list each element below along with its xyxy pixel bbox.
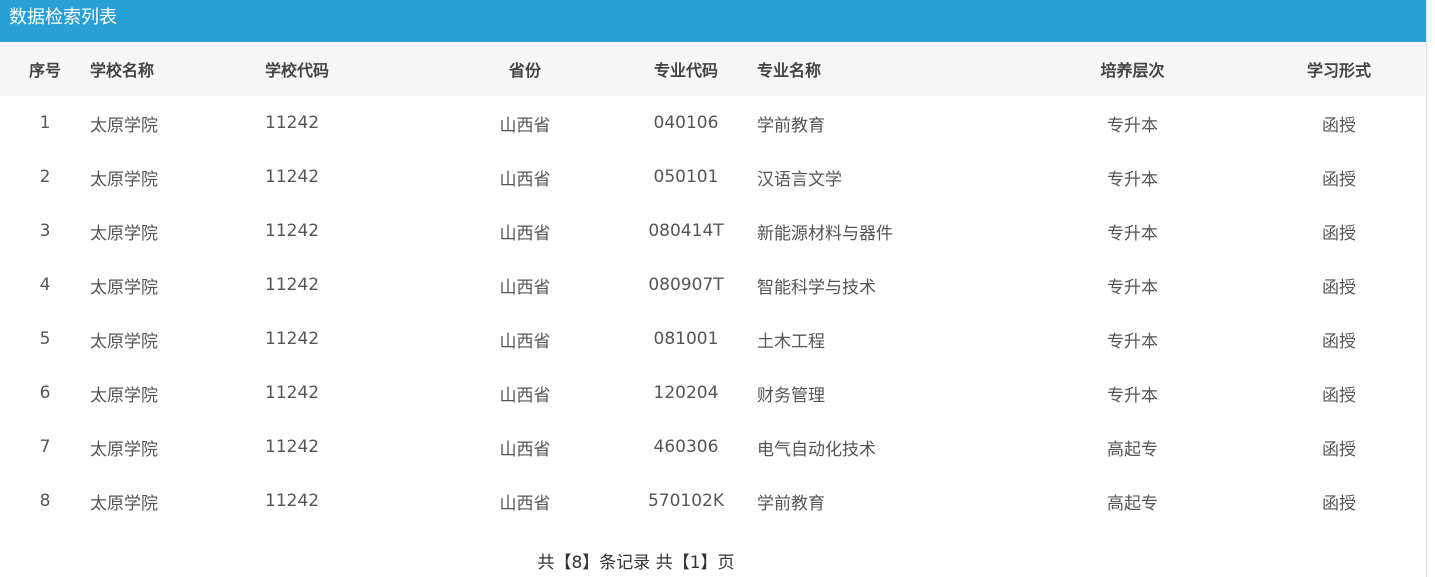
cell-major-name: 电气自动化技术 xyxy=(757,439,876,460)
cell-major-name: 智能科学与技术 xyxy=(757,277,876,298)
panel-header: 数据检索列表 xyxy=(0,0,1427,42)
cell-study-mode: 函授 xyxy=(1322,223,1356,244)
cell-province: 山西省 xyxy=(499,223,551,244)
cell-province: 山西省 xyxy=(499,493,551,514)
cell-major-code: 081001 xyxy=(653,329,719,349)
cell-major-name: 土木工程 xyxy=(757,331,825,352)
cell-school-code: 11242 xyxy=(265,113,320,133)
cell-index: 2 xyxy=(39,167,51,187)
cell-school-name: 太原学院 xyxy=(90,277,158,298)
cell-school-code: 11242 xyxy=(265,167,320,187)
cell-index: 7 xyxy=(39,437,51,457)
cell-level: 高起专 xyxy=(1107,493,1158,514)
cell-school-name: 太原学院 xyxy=(90,331,158,352)
cell-province: 山西省 xyxy=(499,169,551,190)
cell-major-name: 财务管理 xyxy=(757,385,825,406)
cell-level: 高起专 xyxy=(1107,439,1158,460)
cell-major-code: 040106 xyxy=(653,113,719,133)
cell-level: 专升本 xyxy=(1107,385,1158,406)
cell-school-name: 太原学院 xyxy=(90,169,158,190)
table-row: 6 太原学院 11242 山西省 120204 财务管理 专升本 函授 xyxy=(0,366,1426,420)
cell-province: 山西省 xyxy=(499,277,551,298)
cell-school-code: 11242 xyxy=(265,437,320,457)
cell-school-code: 11242 xyxy=(265,491,320,511)
cell-school-name: 太原学院 xyxy=(90,115,158,136)
table-header-row: 序号 学校名称 学校代码 省份 专业代码 专业名称 培养层次 学习形式 xyxy=(0,42,1426,96)
panel-border xyxy=(1426,0,1427,577)
cell-index: 4 xyxy=(39,275,51,295)
cell-major-code: 460306 xyxy=(653,437,719,457)
cell-level: 专升本 xyxy=(1107,331,1158,352)
cell-study-mode: 函授 xyxy=(1322,439,1356,460)
header-study-mode: 学习形式 xyxy=(1306,61,1371,80)
cell-major-code: 080907T xyxy=(648,275,724,295)
table-row: 4 太原学院 11242 山西省 080907T 智能科学与技术 专升本 函授 xyxy=(0,258,1426,312)
header-level: 培养层次 xyxy=(1100,61,1165,80)
header-index: 序号 xyxy=(28,61,61,80)
data-table: 序号 学校名称 学校代码 省份 专业代码 专业名称 培养层次 学习形式 1 太原学… xyxy=(0,42,1426,528)
cell-province: 山西省 xyxy=(499,115,551,136)
cell-school-name: 太原学院 xyxy=(90,223,158,244)
table-row: 7 太原学院 11242 山西省 460306 电气自动化技术 高起专 函授 xyxy=(0,420,1426,474)
header-school-code: 学校代码 xyxy=(265,61,330,80)
cell-index: 6 xyxy=(39,383,51,403)
panel-title: 数据检索列表 xyxy=(9,7,117,28)
cell-study-mode: 函授 xyxy=(1322,331,1356,352)
cell-study-mode: 函授 xyxy=(1322,277,1356,298)
cell-major-code: 080414T xyxy=(648,221,724,241)
cell-level: 专升本 xyxy=(1107,277,1158,298)
table-row: 2 太原学院 11242 山西省 050101 汉语言文学 专升本 函授 xyxy=(0,150,1426,204)
header-major-name: 专业名称 xyxy=(757,61,822,80)
header-major-code: 专业代码 xyxy=(653,61,718,80)
cell-index: 8 xyxy=(39,491,51,511)
header-province: 省份 xyxy=(508,61,541,80)
cell-major-name: 新能源材料与器件 xyxy=(757,223,893,244)
table-body: 1 太原学院 11242 山西省 040106 学前教育 专升本 函授 2 太原学院 11242 山西… xyxy=(0,96,1426,528)
cell-major-name: 汉语言文学 xyxy=(757,169,842,190)
cell-school-name: 太原学院 xyxy=(90,493,158,514)
cell-major-name: 学前教育 xyxy=(757,493,825,514)
table-row: 3 太原学院 11242 山西省 080414T 新能源材料与器件 专升本 函授 xyxy=(0,204,1426,258)
cell-major-name: 学前教育 xyxy=(757,115,825,136)
cell-index: 5 xyxy=(39,329,51,349)
pagination-summary: 共【8】条记录 共【1】页 xyxy=(537,553,735,573)
table-row: 8 太原学院 11242 山西省 570102K 学前教育 高起专 函授 xyxy=(0,474,1426,528)
header-school-name: 学校名称 xyxy=(90,61,155,80)
cell-school-code: 11242 xyxy=(265,383,320,403)
cell-major-code: 050101 xyxy=(653,167,719,187)
cell-level: 专升本 xyxy=(1107,223,1158,244)
cell-level: 专升本 xyxy=(1107,169,1158,190)
cell-school-code: 11242 xyxy=(265,221,320,241)
cell-study-mode: 函授 xyxy=(1322,169,1356,190)
cell-level: 专升本 xyxy=(1107,115,1158,136)
cell-province: 山西省 xyxy=(499,331,551,352)
cell-index: 1 xyxy=(39,113,51,133)
cell-index: 3 xyxy=(39,221,51,241)
data-search-panel: 数据检索列表 序号 学校名称 学校代码 省份 专业代码 专业名称 培养层次 学习… xyxy=(0,0,1427,577)
cell-major-code: 570102K xyxy=(647,491,725,511)
table-header: 序号 学校名称 学校代码 省份 专业代码 专业名称 培养层次 学习形式 xyxy=(0,42,1426,96)
cell-province: 山西省 xyxy=(499,385,551,406)
cell-school-code: 11242 xyxy=(265,329,320,349)
cell-major-code: 120204 xyxy=(653,383,719,403)
cell-school-code: 11242 xyxy=(265,275,320,295)
table-row: 1 太原学院 11242 山西省 040106 学前教育 专升本 函授 xyxy=(0,96,1426,150)
cell-study-mode: 函授 xyxy=(1322,385,1356,406)
cell-school-name: 太原学院 xyxy=(90,385,158,406)
cell-study-mode: 函授 xyxy=(1322,493,1356,514)
cell-study-mode: 函授 xyxy=(1322,115,1356,136)
cell-province: 山西省 xyxy=(499,439,551,460)
cell-school-name: 太原学院 xyxy=(90,439,158,460)
table-row: 5 太原学院 11242 山西省 081001 土木工程 专升本 函授 xyxy=(0,312,1426,366)
